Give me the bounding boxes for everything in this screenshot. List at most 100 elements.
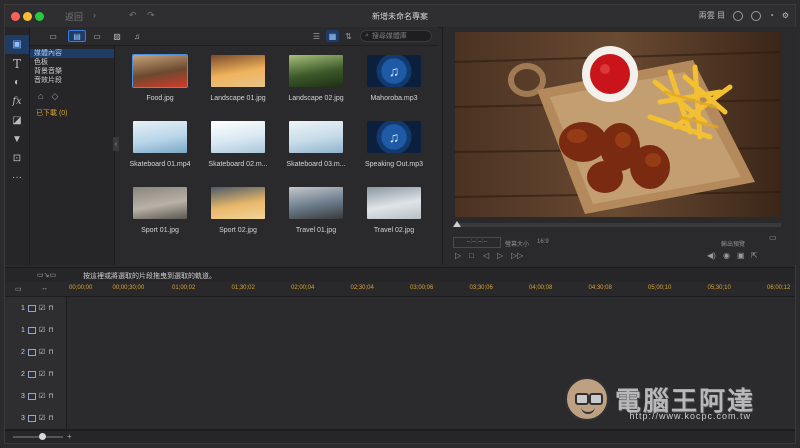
- video-track[interactable]: 2 ☑ ⊓: [5, 341, 795, 364]
- track-enable-checkbox[interactable]: ☑: [39, 370, 45, 378]
- timecode-display: --:--:--:--: [453, 237, 501, 248]
- preview-scrubber[interactable]: [453, 221, 781, 227]
- lock-icon[interactable]: ⊓: [48, 414, 53, 422]
- media-thumbnail: [211, 121, 265, 153]
- fit-timeline-icon[interactable]: ↔: [41, 285, 48, 292]
- user-icon[interactable]: [732, 10, 743, 21]
- media-thumbnail: [211, 187, 265, 219]
- next-frame-icon[interactable]: ▷: [497, 251, 503, 260]
- track-header: 1 ☑ ⊓: [5, 297, 67, 319]
- downloaded-label[interactable]: 已下載 (0): [30, 102, 114, 118]
- sort-icon[interactable]: ⇅: [342, 30, 355, 42]
- watermark-url: http://www.kocpc.com.tw: [629, 411, 751, 421]
- account-label[interactable]: 兩雲 目: [699, 10, 725, 21]
- track-enable-checkbox[interactable]: ☑: [39, 326, 45, 334]
- track-body[interactable]: [67, 319, 795, 341]
- fast-forward-icon[interactable]: ▷▷: [511, 251, 523, 260]
- track-enable-checkbox[interactable]: ☑: [39, 414, 45, 422]
- external-view-icon[interactable]: ⇱: [751, 251, 758, 260]
- more-tools-icon[interactable]: ···: [5, 168, 29, 187]
- audio-track-icon: [27, 370, 36, 378]
- music-note-icon: ♫: [367, 121, 421, 153]
- audio-track[interactable]: 1 ☑ ⊓: [5, 319, 795, 342]
- prev-frame-icon[interactable]: ◁: [483, 251, 489, 260]
- list-view-icon[interactable]: ☰: [310, 30, 323, 42]
- export-tool-icon[interactable]: ⊡: [5, 149, 29, 168]
- track-view-icon[interactable]: ▭: [15, 285, 22, 293]
- track-enable-checkbox[interactable]: ☑: [39, 304, 45, 312]
- media-item[interactable]: Landscape 01.jpg: [201, 55, 273, 115]
- zoom-slider-knob[interactable]: [39, 433, 46, 440]
- category-item[interactable]: 背景音樂: [30, 67, 114, 76]
- title-tool-icon[interactable]: T: [5, 54, 29, 73]
- lock-icon[interactable]: ⊓: [48, 392, 53, 400]
- add-tag-icon[interactable]: ⌂: [38, 91, 43, 102]
- image-tab-icon[interactable]: ▭: [88, 30, 106, 42]
- preview-controls: --:--:--:-- 螢幕大小 16:9 輸出預覽 ▷ □ ◁ ▷ ▷▷ ◀)…: [443, 221, 797, 265]
- media-item[interactable]: Landscape 02.jpg: [279, 55, 351, 115]
- record-icon[interactable]: ◉: [723, 251, 730, 260]
- track-enable-checkbox[interactable]: ☑: [39, 348, 45, 356]
- grid-view-icon[interactable]: ▦: [326, 30, 339, 42]
- search-input[interactable]: ⌕ 搜尋媒體庫: [360, 30, 432, 42]
- gear-icon[interactable]: ⚙: [782, 11, 789, 20]
- snapshot-icon[interactable]: ▣: [737, 251, 745, 260]
- remove-tag-icon[interactable]: ◇: [51, 91, 58, 102]
- media-item[interactable]: Food.jpg: [123, 54, 195, 115]
- lock-icon[interactable]: ⊓: [48, 304, 53, 312]
- category-item[interactable]: 色板: [30, 58, 114, 67]
- audio-track-icon: [27, 326, 36, 334]
- lock-icon[interactable]: ⊓: [48, 370, 53, 378]
- bell-icon[interactable]: ◔: [769, 11, 774, 20]
- transition-tool-icon[interactable]: ◐: [5, 73, 29, 92]
- photo-tab-icon[interactable]: ▨: [108, 30, 126, 42]
- media-item-name: Food.jpg: [146, 95, 174, 102]
- media-item[interactable]: Sport 01.jpg: [123, 187, 195, 247]
- track-body[interactable]: [67, 341, 795, 363]
- media-item-name: Skateboard 02.m...: [208, 161, 268, 168]
- timeline-mode-icon[interactable]: ▭↘▭: [37, 271, 56, 279]
- video-tab-icon[interactable]: ▤: [68, 30, 86, 42]
- left-toolbar: ▣ T ◐ fx ◪ ▼ ⊡ ···: [5, 27, 30, 265]
- search-placeholder: 搜尋媒體庫: [371, 33, 407, 40]
- lock-icon[interactable]: ⊓: [48, 348, 53, 356]
- timeline-ruler[interactable]: ▭ ↔ 00;00;00 00;00;30;00 01;00;02 01;30;02 0…: [5, 282, 795, 297]
- media-item[interactable]: Travel 02.jpg: [357, 187, 429, 247]
- track-number: 3: [21, 392, 25, 400]
- aspect-select[interactable]: 16:9: [537, 239, 549, 245]
- collapse-panel-icon[interactable]: ‹: [113, 137, 119, 151]
- playhead-marker[interactable]: [453, 221, 461, 227]
- media-item[interactable]: ♫ Speaking Out.mp3: [357, 121, 429, 181]
- media-item[interactable]: Skateboard 01.mp4: [123, 121, 195, 181]
- media-item[interactable]: Skateboard 02.m...: [201, 121, 273, 181]
- lock-icon[interactable]: ⊓: [48, 326, 53, 334]
- particle-tool-icon[interactable]: ▼: [5, 130, 29, 149]
- pip-tool-icon[interactable]: ◪: [5, 111, 29, 130]
- media-item[interactable]: ♫ Mahoroba.mp3: [357, 55, 429, 115]
- search-icon: ⌕: [365, 32, 369, 39]
- category-item[interactable]: 媒體內容: [30, 49, 114, 58]
- play-icon[interactable]: ▷: [455, 251, 461, 260]
- video-track-icon: [27, 392, 36, 400]
- import-media-icon[interactable]: ▭: [44, 30, 62, 42]
- effects-tool-icon[interactable]: fx: [5, 92, 29, 111]
- track-body[interactable]: [67, 297, 795, 319]
- stop-icon[interactable]: □: [469, 251, 474, 260]
- music-tab-icon[interactable]: ♫: [128, 30, 146, 42]
- track-enable-checkbox[interactable]: ☑: [39, 392, 45, 400]
- media-item-name: Sport 01.jpg: [141, 227, 179, 234]
- video-track[interactable]: 1 ☑ ⊓: [5, 297, 795, 320]
- ruler-tick-label: 05;30;10: [707, 285, 731, 291]
- display-settings-icon[interactable]: ▭: [769, 233, 777, 242]
- media-item[interactable]: Sport 02.jpg: [201, 187, 273, 247]
- track-number: 3: [21, 414, 25, 422]
- media-tool-icon[interactable]: ▣: [5, 35, 29, 54]
- volume-icon[interactable]: ◀): [707, 251, 716, 260]
- media-item[interactable]: Skateboard 03.m...: [279, 121, 351, 181]
- help-icon[interactable]: [750, 10, 761, 21]
- zoom-in-icon[interactable]: +: [67, 432, 72, 441]
- category-item[interactable]: 音效片段: [30, 76, 114, 85]
- zoom-slider[interactable]: [13, 433, 63, 440]
- media-item[interactable]: Travel 01.jpg: [279, 187, 351, 247]
- title-bar: 返回 › ↶ ↷ 新增未命名專案 兩雲 目 ◔ ⚙: [5, 5, 795, 28]
